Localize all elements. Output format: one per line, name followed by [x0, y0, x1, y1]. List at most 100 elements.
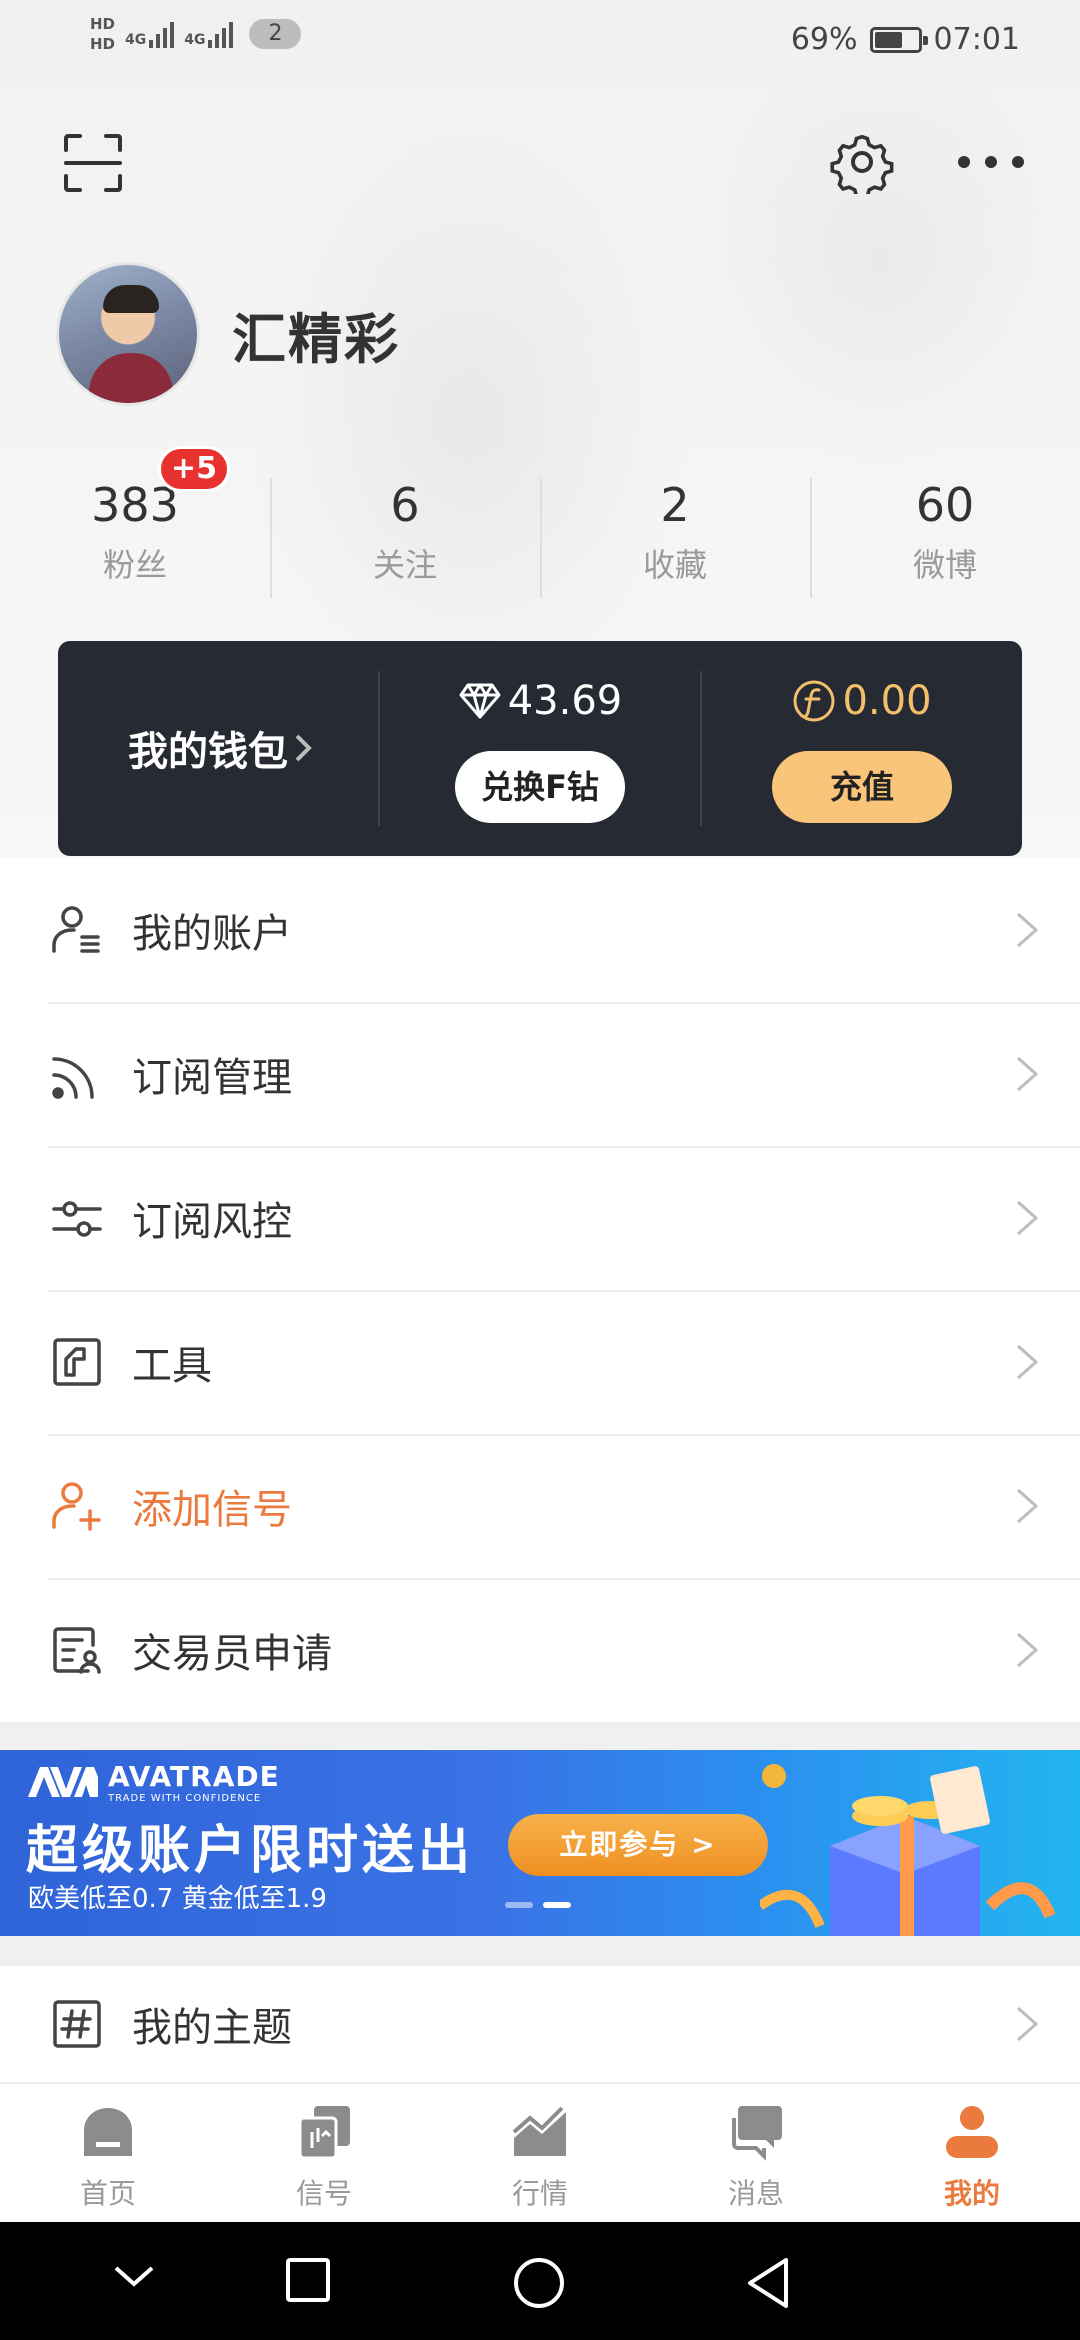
network-type-1: 4G	[125, 32, 147, 48]
tools-icon	[53, 1338, 101, 1386]
stat-label: 微博	[912, 546, 977, 584]
recent-apps-icon[interactable]	[284, 2256, 332, 2304]
nav-label: 行情	[511, 2177, 568, 2210]
coin-amount: 0.00	[842, 678, 932, 724]
nav-messages[interactable]: 消息	[648, 2084, 864, 2222]
network-type-2: 4G	[184, 32, 206, 48]
cell-signal-icon: 4G	[125, 20, 175, 48]
section-gap	[0, 1722, 1080, 1750]
stat-value: 383	[91, 478, 179, 532]
promo-banner[interactable]: AVATRADE TRADE WITH CONFIDENCE 超级账户限时送出 …	[0, 1750, 1080, 1936]
profile-header: HD HD 4G 4G 2 69% 07:01 汇精彩 383 粉丝 +5 6 …	[0, 0, 1080, 858]
menu-item-my-account[interactable]: 我的账户	[0, 858, 1080, 1002]
market-chart-icon	[512, 2106, 566, 2156]
carousel-dots	[505, 1902, 571, 1908]
chevron-right-icon	[1017, 2006, 1039, 2042]
nav-home[interactable]: 首页	[0, 2084, 216, 2222]
hd-label-1: HD	[90, 15, 116, 33]
menu-item-subscription-management[interactable]: 订阅管理	[0, 1002, 1080, 1146]
diamond-amount: 43.69	[507, 678, 623, 724]
trader-card-icon	[53, 1627, 101, 1674]
home-circle-icon[interactable]	[512, 2256, 566, 2310]
signal-icon	[298, 2106, 350, 2160]
status-left: HD HD 4G 4G 2	[90, 14, 302, 54]
wallet-title: 我的钱包	[128, 729, 288, 775]
coin-balance: 0.00 充值	[702, 671, 1022, 823]
nav-label: 首页	[79, 2177, 136, 2210]
more-icon[interactable]	[956, 150, 1026, 174]
scan-icon[interactable]	[62, 132, 124, 194]
stat-value: 2	[660, 478, 690, 532]
menu-label: 交易员申请	[132, 1631, 332, 1677]
nav-mine[interactable]: 我的	[864, 2084, 1080, 2222]
menu-item-trader-application[interactable]: 交易员申请	[0, 1578, 1080, 1722]
nav-label: 信号	[295, 2177, 352, 2210]
diamond-balance: 43.69 兑换F钻	[380, 671, 700, 823]
recharge-button[interactable]: 充值	[771, 751, 952, 823]
banner-logo-text: AVATRADE	[108, 1760, 280, 1793]
profile-name[interactable]: 汇精彩	[232, 295, 400, 374]
profile-icon	[946, 2106, 998, 2158]
stat-value: 6	[390, 478, 420, 532]
gift-box-illustration	[760, 1764, 1056, 1936]
hashtag-icon	[53, 2000, 101, 2048]
bottom-nav: 首页 信号 行情 消息 我的	[0, 2082, 1080, 2222]
nav-market[interactable]: 行情	[432, 2084, 648, 2222]
cell-signal-icon-2: 4G	[184, 20, 234, 48]
menu-label: 添加信号	[132, 1487, 292, 1533]
ava-logo-icon	[28, 1767, 98, 1797]
menu-label: 工具	[132, 1343, 212, 1389]
section-gap	[0, 1936, 1080, 1966]
stat-weibo[interactable]: 60 微博	[810, 470, 1080, 600]
status-right: 69% 07:01	[791, 22, 1020, 57]
chevron-right-icon	[1017, 1200, 1039, 1236]
my-wallet-link[interactable]: 我的钱包	[128, 719, 312, 777]
join-now-button[interactable]: 立即参与 >	[508, 1814, 768, 1876]
message-icon	[732, 2106, 782, 2161]
system-nav-bar	[0, 2222, 1080, 2340]
stat-label: 关注	[372, 546, 437, 584]
menu-list: 我的账户 订阅管理 订阅风控 工具 添加信号 交易员申请	[0, 858, 1080, 1722]
banner-subtitle: 欧美低至0.7 黄金低至1.9	[28, 1884, 327, 1914]
menu-item-tools[interactable]: 工具	[0, 1290, 1080, 1434]
chevron-right-icon	[1017, 1056, 1039, 1092]
stat-fans[interactable]: 383 粉丝 +5	[0, 446, 270, 600]
menu-label: 订阅风控	[132, 1199, 292, 1245]
menu-label: 我的账户	[132, 911, 292, 957]
chevron-right-icon	[295, 734, 312, 762]
menu-item-subscription-risk-control[interactable]: 订阅风控	[0, 1146, 1080, 1290]
menu-list-2: 我的主题	[0, 1966, 1080, 2082]
stat-label: 收藏	[642, 546, 707, 584]
menu-label: 订阅管理	[132, 1055, 292, 1101]
battery-percent: 69%	[790, 22, 858, 57]
banner-title: 超级账户限时送出	[26, 1821, 475, 1881]
sliders-icon	[52, 1201, 102, 1237]
hd-indicator: HD HD	[90, 14, 115, 54]
hd-label-2: HD	[90, 35, 116, 53]
wallet-card: 我的钱包 43.69 兑换F钻 0.00 充值	[58, 641, 1022, 856]
nav-label: 消息	[727, 2177, 784, 2210]
new-fans-badge: +5	[158, 446, 231, 492]
back-triangle-icon[interactable]	[744, 2256, 792, 2310]
collapse-chevron-icon[interactable]	[112, 2262, 156, 2290]
avatrade-logo: AVATRADE TRADE WITH CONFIDENCE	[28, 1760, 280, 1804]
avatar[interactable]	[56, 262, 200, 406]
gear-icon[interactable]	[830, 130, 894, 194]
menu-label: 我的主题	[132, 2005, 292, 2051]
profile-stats: 383 粉丝 +5 6 关注 2 收藏 60 微博	[0, 446, 1080, 600]
nav-signal[interactable]: 信号	[216, 2084, 432, 2222]
exchange-f-diamond-button[interactable]: 兑换F钻	[455, 751, 625, 823]
status-bar: HD HD 4G 4G 2 69% 07:01	[0, 0, 1080, 84]
menu-item-add-signal[interactable]: 添加信号	[0, 1434, 1080, 1578]
menu-item-my-theme[interactable]: 我的主题	[0, 1966, 1080, 2082]
stat-following[interactable]: 6 关注	[270, 470, 540, 600]
chevron-right-icon	[1017, 912, 1039, 948]
stat-favorites[interactable]: 2 收藏	[540, 470, 810, 600]
chevron-right-icon	[1017, 1344, 1039, 1380]
clock: 07:01	[933, 22, 1020, 57]
sim-badge: 2	[249, 19, 302, 49]
battery-icon	[869, 26, 928, 53]
account-icon	[52, 906, 100, 953]
stat-label: 粉丝	[102, 546, 167, 584]
chevron-right-icon	[1017, 1488, 1039, 1524]
